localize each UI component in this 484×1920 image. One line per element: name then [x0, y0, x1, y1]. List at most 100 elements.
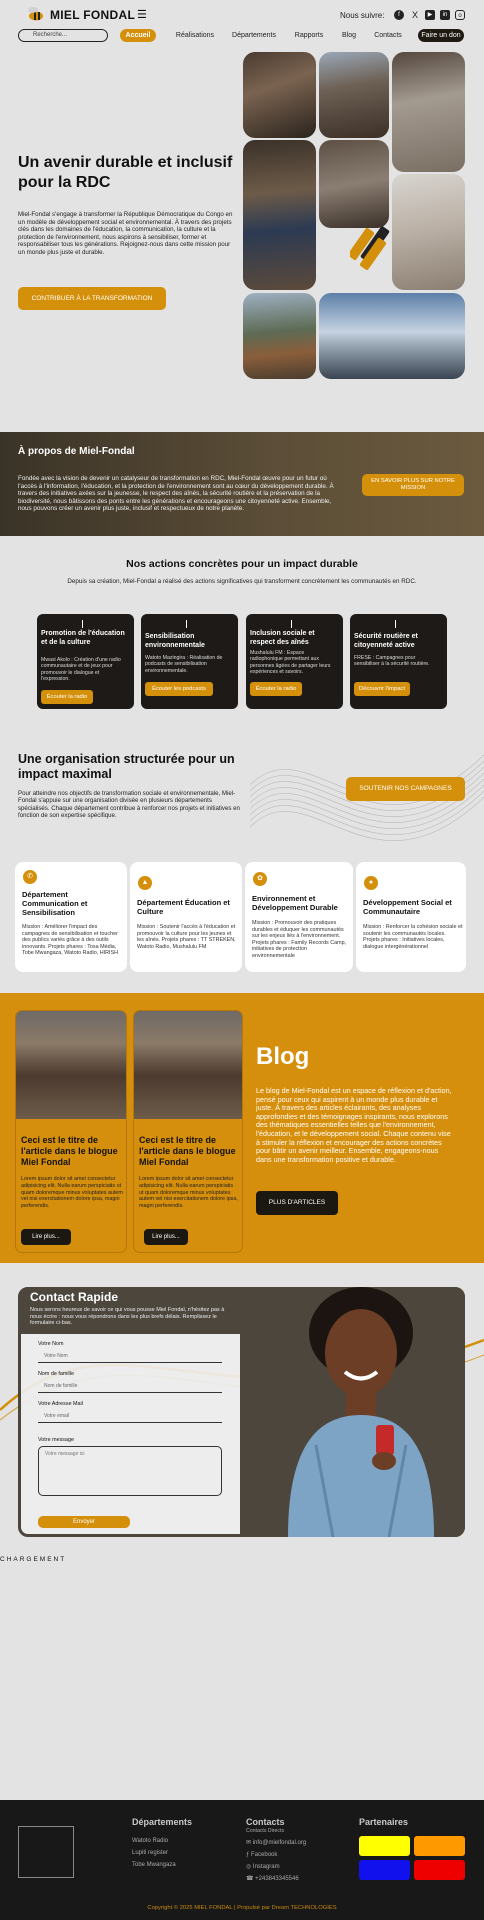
- read-more-button[interactable]: Lire plus...: [144, 1229, 188, 1245]
- contact-intro: Nous serons heureux de savoir ce qui vou…: [30, 1307, 225, 1327]
- last-name-field[interactable]: Nom de famille: [38, 1380, 222, 1393]
- contact-title: Contact Rapide: [30, 1290, 119, 1304]
- logo-bee-icon[interactable]: [24, 6, 48, 22]
- email-label: Votre Adresse Mail: [38, 1401, 83, 1407]
- actions-subtitle: Depuis sa création, Miel-Fondal a réalis…: [67, 578, 417, 585]
- woman-phone-photo: [288, 1287, 434, 1537]
- action-card: Promotion de l'éducation et de la cultur…: [37, 614, 134, 709]
- footer-contacts-subtitle: Contacts Directs: [246, 1828, 285, 1834]
- footer-logo[interactable]: [18, 1826, 74, 1878]
- search-input[interactable]: Recherche...: [18, 29, 108, 42]
- department-card[interactable]: ● Développement Social et Communautaire …: [356, 862, 466, 972]
- department-title: Environnement et Développement Durable: [252, 894, 338, 912]
- nav-realisations[interactable]: Réalisations: [170, 29, 220, 42]
- hero-photo-7: [243, 293, 316, 379]
- email-field[interactable]: Votre email: [38, 1410, 222, 1423]
- department-card[interactable]: ✆ Département Communication et Sensibili…: [15, 862, 127, 972]
- partner-logo[interactable]: [359, 1836, 410, 1856]
- footer-link[interactable]: Lupiti register: [132, 1848, 168, 1858]
- nav-accueil[interactable]: Accueil: [120, 29, 156, 42]
- first-name-label: Votre Nom: [38, 1341, 64, 1347]
- action-card-button[interactable]: Écouter la radio: [250, 682, 302, 696]
- department-card[interactable]: ▲ Département Éducation et Culture Missi…: [130, 862, 242, 972]
- partner-logo[interactable]: [414, 1836, 465, 1856]
- blog-card-title: Ceci est le titre de l'article dans le b…: [139, 1135, 236, 1167]
- linkedin-icon[interactable]: in: [440, 10, 450, 20]
- youtube-icon[interactable]: ▶: [425, 10, 435, 20]
- department-text: Mission : Renforcer la cohésion sociale …: [363, 924, 463, 950]
- action-card: Inclusion sociale et respect des aînés M…: [246, 614, 343, 709]
- partner-logo[interactable]: [414, 1860, 465, 1880]
- footer-departments-title: Départements: [132, 1817, 193, 1827]
- first-name-field[interactable]: Votre Nom: [38, 1350, 222, 1363]
- facebook-icon[interactable]: f: [394, 10, 404, 20]
- megaphone-icon: ✆: [23, 870, 37, 884]
- instagram-icon: ◎: [246, 1864, 253, 1870]
- last-name-label: Nom de famille: [38, 1371, 74, 1377]
- action-card-title: Sécurité routière et citoyenneté active: [354, 633, 418, 649]
- message-textarea[interactable]: Votre message ici: [38, 1446, 222, 1496]
- contribute-button[interactable]: CONTRIBUER À LA TRANSFORMATION: [18, 287, 166, 310]
- honey-stripes-icon: [350, 226, 390, 271]
- action-card: Sécurité routière et citoyenneté active …: [350, 614, 447, 709]
- partner-logo[interactable]: [359, 1860, 410, 1880]
- hero-title: Un avenir durable et inclusif pour la RD…: [18, 154, 233, 191]
- footer-contact[interactable]: +243843345546: [255, 1876, 299, 1882]
- instagram-icon[interactable]: o: [455, 10, 465, 20]
- brand-name[interactable]: MIEL FONDAL: [50, 8, 135, 22]
- department-title: Développement Social et Communautaire: [363, 898, 452, 916]
- department-text: Mission : Promouvoir des pratiques durab…: [252, 920, 347, 959]
- more-articles-button[interactable]: PLUS D'ARTICLES: [256, 1191, 338, 1215]
- footer-contact[interactable]: Facebook: [251, 1852, 277, 1858]
- department-card[interactable]: ✿ Environnement et Développement Durable…: [245, 862, 353, 972]
- action-card-button[interactable]: Écouter la radio: [41, 690, 93, 704]
- footer-link[interactable]: Tobe Mwangaza: [132, 1860, 176, 1870]
- hero-photo-8: [319, 293, 465, 379]
- support-campaigns-button[interactable]: SOUTENIR NOS CAMPAGNES: [346, 777, 465, 801]
- phone-icon: ☎: [246, 1876, 256, 1882]
- blog-card: Ceci est le titre de l'article dans le b…: [15, 1010, 127, 1253]
- blog-title: Blog: [256, 1043, 310, 1070]
- nav-blog[interactable]: Blog: [336, 29, 362, 42]
- read-more-button[interactable]: Lire plus...: [21, 1229, 71, 1245]
- hero-text: Miel-Fondal s'engage à transformer la Ré…: [18, 211, 233, 256]
- footer-contact[interactable]: Instagram: [253, 1864, 280, 1870]
- blog-card-text: Lorem ipsum dolor sit amet consectetur a…: [21, 1176, 123, 1210]
- menu-icon[interactable]: ☰: [137, 8, 147, 21]
- organisation-title: Une organisation structurée pour un impa…: [18, 752, 235, 781]
- card-divider: [186, 620, 187, 628]
- send-button[interactable]: Envoyer: [38, 1516, 130, 1528]
- mail-icon: ✉: [246, 1840, 253, 1846]
- department-title: Département Communication et Sensibilisa…: [22, 890, 88, 917]
- department-text: Mission : Soutenir l'accès à l'éducation…: [137, 924, 236, 950]
- nav-contacts[interactable]: Contacts: [370, 29, 406, 42]
- action-card-button[interactable]: Écouter les podcasts: [145, 682, 213, 696]
- action-card-button[interactable]: Découvrir l'impact: [354, 682, 410, 696]
- graduation-cap-icon: ▲: [138, 876, 152, 890]
- actions-title: Nos actions concrètes pour un impact dur…: [126, 558, 358, 570]
- follow-label: Nous suivre:: [340, 11, 385, 20]
- blog-card: Ceci est le titre de l'article dans le b…: [133, 1010, 243, 1253]
- blog-card-text: Lorem ipsum dolor sit amet consectetur a…: [139, 1176, 238, 1210]
- blog-text: Le blog de Miel-Fondal est un espace de …: [256, 1086, 452, 1164]
- blog-card-image: [134, 1011, 242, 1119]
- hero-photo-2: [243, 140, 316, 290]
- action-card-text: FRESE : Campagnes pour sensibiliser à la…: [354, 655, 430, 668]
- action-card-text: Mushalulu FM : Espace radiophonique perm…: [250, 650, 331, 676]
- message-label: Votre message: [38, 1437, 74, 1443]
- action-card: Sensibilisation environnementale Watoto …: [141, 614, 238, 709]
- action-card-text: Watoto Mazingira : Réalisation de podcas…: [145, 655, 223, 674]
- blog-card-image: [16, 1011, 126, 1119]
- footer-link[interactable]: Watoto Radio: [132, 1836, 168, 1846]
- mission-button[interactable]: EN SAVOIR PLUS SUR NOTRE MISSION: [362, 474, 464, 496]
- nav-departements[interactable]: Départements: [226, 29, 282, 42]
- nav-rapports[interactable]: Rapports: [290, 29, 328, 42]
- hero-photo-4: [392, 52, 465, 172]
- action-card-title: Inclusion sociale et respect des aînés: [250, 630, 315, 646]
- footer-partners-title: Partenaires: [359, 1817, 409, 1827]
- blog-card-title: Ceci est le titre de l'article dans le b…: [21, 1135, 118, 1167]
- x-icon[interactable]: X: [410, 10, 420, 20]
- footer-contact[interactable]: info@mielfondal.org: [253, 1840, 306, 1846]
- donate-button[interactable]: Faire un don: [418, 29, 464, 42]
- card-divider: [395, 620, 396, 628]
